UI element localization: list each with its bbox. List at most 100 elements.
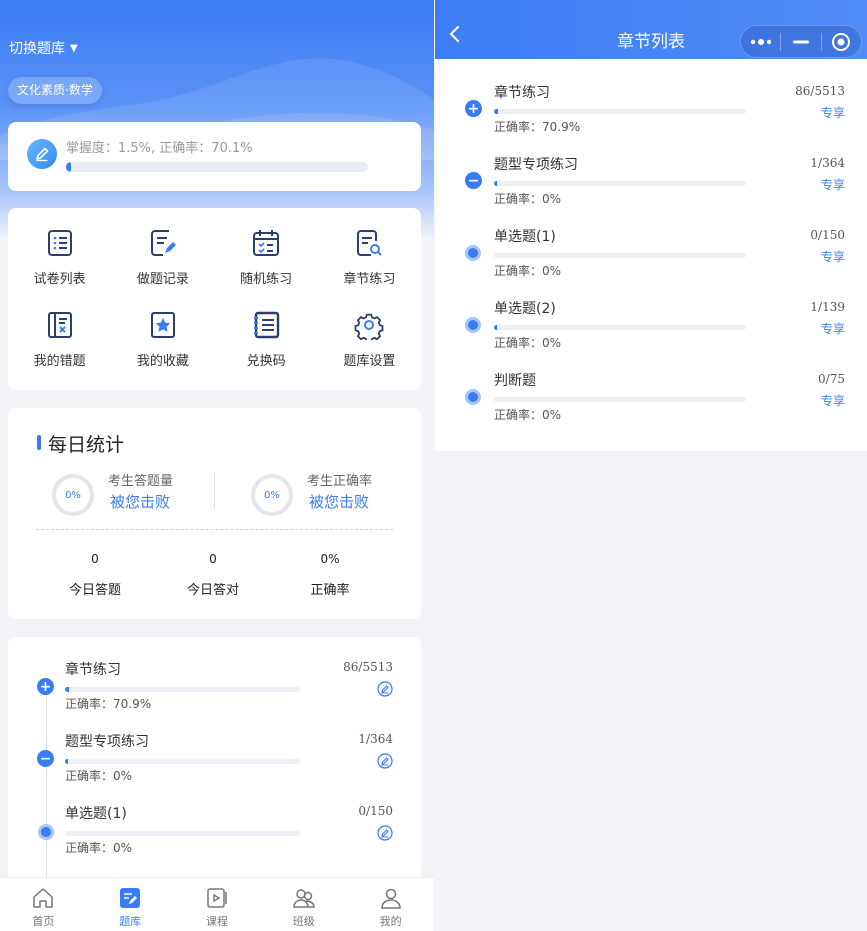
chapter-list-screen: 章节列表 + 章节练习 86/5513 正确率：70.9% 专享 − 题型专项练… — [435, 0, 867, 931]
chapter-progress-bar — [65, 831, 300, 836]
subject-tag[interactable]: 文化素质·数学 — [8, 77, 102, 104]
menu-item-bank-settings[interactable]: 题库设置 — [318, 310, 421, 392]
close-button[interactable] — [822, 26, 861, 57]
chapter-row[interactable]: − 题型专项练习 1/364 正确率：0% 专享 — [435, 131, 867, 206]
answer-volume-beaten-link[interactable]: 被您击败 — [110, 491, 170, 512]
menu-item-label: 题库设置 — [343, 354, 396, 369]
chapter-name: 单选题(1) — [494, 229, 556, 245]
mini-program-capsule — [740, 25, 862, 58]
answer-volume-label: 考生答题量 — [108, 474, 174, 489]
chapter-count: 0/150 — [358, 804, 393, 818]
more-dots-icon — [750, 38, 771, 45]
collapse-minus-icon[interactable]: − — [465, 172, 482, 189]
chapter-row[interactable]: 单选题(1) 0/150 正确率：0% — [8, 781, 421, 855]
tab-class[interactable]: 班级 — [260, 878, 347, 931]
chapter-name: 章节练习 — [494, 85, 550, 101]
menu-item-redeem-code[interactable]: 兑换码 — [215, 310, 318, 392]
tab-question-bank[interactable]: 题库 — [87, 878, 174, 931]
today-answered: 0 今日答题 — [45, 552, 145, 598]
tab-label: 我的 — [379, 915, 402, 928]
expand-plus-icon[interactable]: + — [37, 678, 54, 695]
chapter-name: 判断题 — [494, 373, 536, 389]
calendar-icon — [253, 230, 280, 256]
tab-course[interactable]: 课程 — [174, 878, 261, 931]
menu-item-label: 试卷列表 — [33, 272, 86, 287]
pencil-icon — [27, 139, 57, 169]
chapter-progress-bar — [494, 397, 746, 402]
chapter-count: 86/5513 — [343, 660, 393, 674]
menu-item-record[interactable]: 做题记录 — [111, 228, 214, 310]
answer-volume-ring: 0% — [52, 474, 94, 516]
exclusive-link[interactable]: 专享 — [821, 320, 845, 337]
accuracy-beaten-link[interactable]: 被您击败 — [309, 491, 369, 512]
chapter-name: 题型专项练习 — [65, 734, 149, 750]
chapter-name: 单选题(2) — [494, 301, 556, 317]
daily-stats-card: 每日统计 0% 考生答题量 被您击败 0% 考生正确率 被您击败 0 今日答题 … — [8, 408, 421, 619]
chapter-row[interactable]: 单选题(1) 0/150 正确率：0% 专享 — [435, 203, 867, 278]
home-screen: 切换题库 ▼ 文化素质·数学 掌握度：1.5%, 正确率：70.1% 试卷列表 … — [0, 0, 434, 931]
more-menu-button[interactable] — [741, 26, 780, 57]
class-icon — [293, 889, 315, 908]
exclusive-link[interactable]: 专享 — [821, 104, 845, 121]
tab-label: 题库 — [119, 915, 142, 928]
switch-bank-button[interactable]: 切换题库 ▼ — [9, 38, 78, 58]
tab-label: 首页 — [32, 915, 55, 928]
tab-home[interactable]: 首页 — [0, 878, 87, 931]
star-icon — [150, 312, 175, 338]
today-answered-value: 0 — [91, 552, 99, 566]
tab-profile[interactable]: 我的 — [347, 878, 434, 931]
chapter-progress-fill — [494, 109, 498, 114]
mastery-card: 掌握度：1.5%, 正确率：70.1% — [8, 122, 421, 191]
edit-icon[interactable] — [377, 681, 393, 697]
edit-icon[interactable] — [377, 753, 393, 769]
gear-icon — [354, 313, 384, 340]
menu-item-wrong-questions[interactable]: 我的错题 — [8, 310, 111, 392]
menu-item-paper-list[interactable]: 试卷列表 — [8, 228, 111, 310]
today-accuracy-label: 正确率 — [310, 583, 350, 598]
menu-item-label: 我的错题 — [33, 354, 86, 369]
timeline-dot-icon — [465, 245, 481, 261]
home-icon — [33, 888, 54, 908]
mastery-progress-fill — [66, 162, 71, 172]
edit-icon[interactable] — [377, 825, 393, 841]
timeline-dot-icon — [465, 389, 481, 405]
chapter-progress-fill — [65, 687, 69, 692]
timeline-dot-icon — [38, 824, 54, 840]
chapter-progress-fill — [65, 759, 68, 764]
mastery-progress-bar — [66, 162, 368, 172]
menu-item-chapter-practice[interactable]: 章节练习 — [318, 228, 421, 310]
hero-banner — [0, 0, 434, 240]
expand-plus-icon[interactable]: + — [465, 100, 482, 117]
minimize-button[interactable] — [781, 26, 820, 57]
chapter-list: + 章节练习 86/5513 正确率：70.9% 专享 − 题型专项练习 1/3… — [435, 59, 867, 451]
course-icon — [207, 888, 227, 908]
menu-item-random-practice[interactable]: 随机练习 — [215, 228, 318, 310]
chapter-progress-bar — [494, 253, 746, 258]
chapter-progress-fill — [494, 325, 498, 330]
menu-item-label: 随机练习 — [240, 272, 293, 287]
chapter-row[interactable]: + 章节练习 86/5513 正确率：70.9% 专享 — [435, 59, 867, 134]
today-correct-value: 0 — [209, 552, 217, 566]
menu-item-label: 做题记录 — [136, 272, 189, 287]
chapter-accuracy: 正确率：0% — [65, 841, 133, 855]
chapter-preview-card: + 章节练习 86/5513 正确率：70.9% − 题型专项练习 1/364 … — [8, 637, 421, 897]
menu-item-favorites[interactable]: 我的收藏 — [111, 310, 214, 392]
exclusive-link[interactable]: 专享 — [821, 392, 845, 409]
collapse-minus-icon[interactable]: − — [37, 750, 54, 767]
minimize-icon — [792, 40, 809, 43]
chapter-row[interactable]: 判断题 0/75 正确率：0% 专享 — [435, 347, 867, 422]
switch-bank-label: 切换题库 — [9, 41, 65, 57]
chapter-row[interactable]: − 题型专项练习 1/364 正确率：0% — [8, 709, 421, 783]
dashed-divider — [36, 529, 393, 530]
bottom-tab-bar: 首页 题库 课程 班级 我的 — [0, 877, 434, 931]
exclusive-link[interactable]: 专享 — [821, 176, 845, 193]
chapter-accuracy: 正确率：0% — [494, 408, 562, 422]
exclusive-link[interactable]: 专享 — [821, 248, 845, 265]
question-bank-icon — [120, 888, 141, 908]
chapter-row[interactable]: + 章节练习 86/5513 正确率：70.9% — [8, 637, 421, 711]
nav-bar: 章节列表 — [435, 0, 867, 59]
chapter-count: 1/364 — [358, 732, 393, 746]
chapter-row[interactable]: 单选题(2) 1/139 正确率：0% 专享 — [435, 275, 867, 350]
chapter-search-icon — [357, 230, 383, 256]
today-answered-label: 今日答题 — [68, 583, 121, 598]
